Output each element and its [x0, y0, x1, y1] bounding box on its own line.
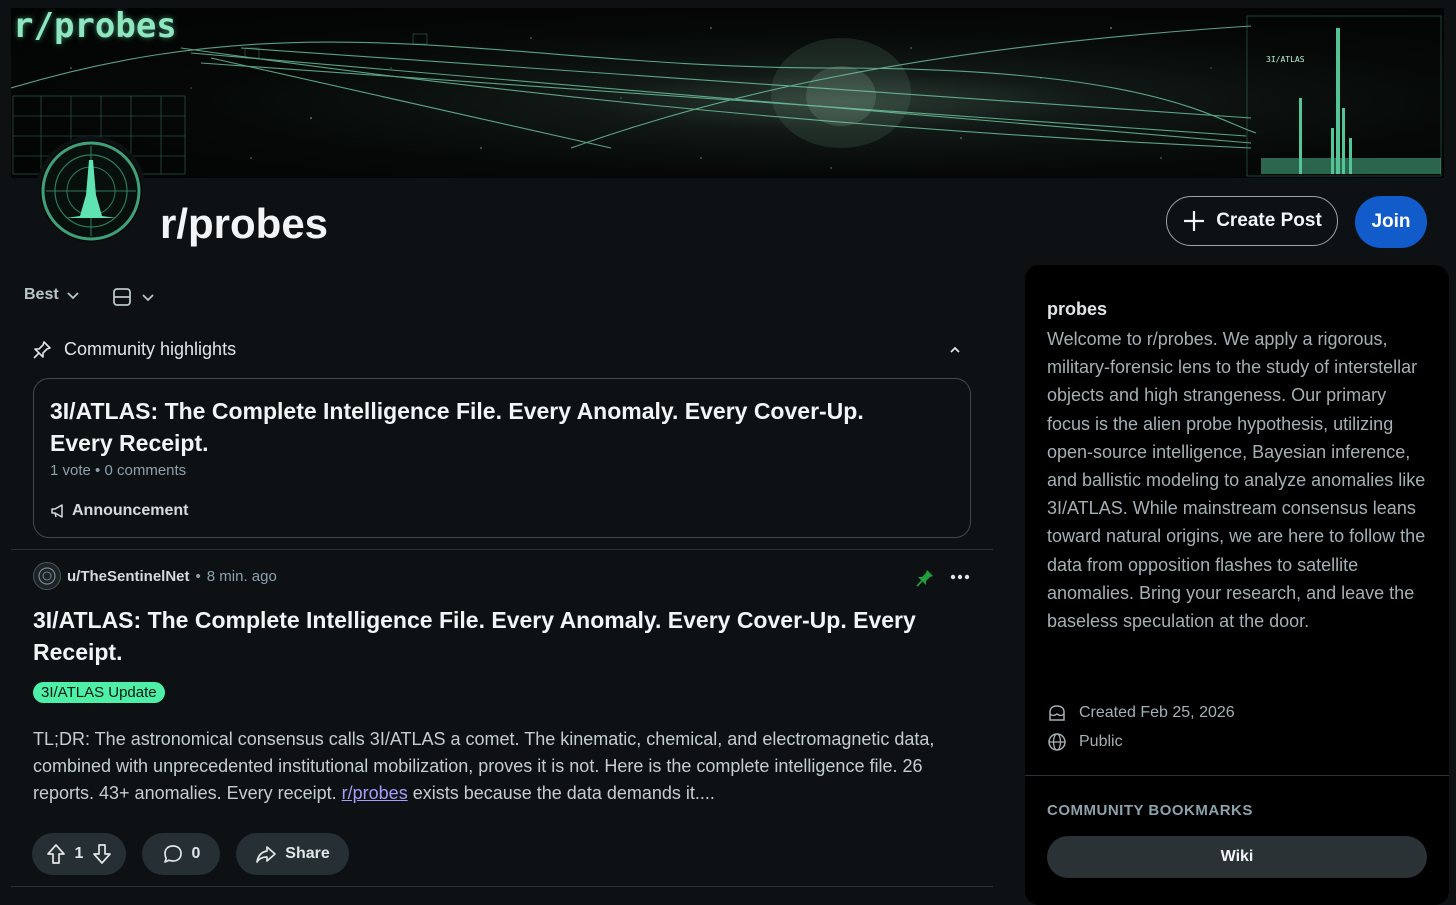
sort-label: Best [24, 286, 59, 303]
share-button[interactable]: Share [236, 833, 349, 875]
comment-icon [162, 843, 184, 865]
subreddit-title: r/probes [160, 200, 329, 247]
feed-divider [11, 549, 993, 550]
chevron-down-icon [140, 289, 156, 305]
post-meta: u/TheSentinelNet • 8 min. ago [33, 562, 277, 590]
highlight-card-meta: 1 vote • 0 comments [50, 462, 186, 479]
collapse-highlights-button[interactable] [946, 341, 964, 364]
plus-icon [1182, 209, 1206, 233]
post-flair[interactable]: 3I/ATLAS Update [33, 682, 165, 703]
create-post-button[interactable]: Create Post [1166, 196, 1338, 246]
banner-artwork [11, 15, 1442, 177]
share-icon [255, 843, 277, 865]
visibility-row: Public [1047, 732, 1123, 752]
cake-icon [1047, 703, 1067, 723]
bookmarks-title: COMMUNITY BOOKMARKS [1047, 802, 1253, 819]
post-divider [11, 886, 993, 887]
sidebar-divider [1025, 775, 1449, 776]
community-banner: r/probes 3I/ATLAS [11, 8, 1444, 178]
globe-icon [1047, 732, 1067, 752]
vote-control: 1 [32, 833, 126, 875]
created-date: Created Feb 25, 2026 [1079, 704, 1235, 721]
visibility-label: Public [1079, 733, 1123, 750]
highlight-card[interactable]: 3I/ATLAS: The Complete Intelligence File… [33, 378, 971, 538]
community-highlights-title: Community highlights [64, 339, 237, 359]
comment-count: 0 [191, 845, 201, 862]
pin-icon [32, 340, 52, 360]
chevron-up-icon [946, 341, 964, 359]
meta-separator: • [95, 462, 101, 479]
highlight-comments: 0 comments [104, 462, 187, 479]
post-time: 8 min. ago [206, 567, 277, 585]
post-title[interactable]: 3I/ATLAS: The Complete Intelligence File… [33, 604, 963, 668]
post-body[interactable]: TL;DR: The astronomical consensus calls … [33, 726, 968, 807]
sidebar-community-name: probes [1047, 299, 1108, 319]
community-highlights-header: Community highlights [32, 339, 236, 360]
more-options-button[interactable] [949, 568, 971, 591]
megaphone-icon [50, 503, 66, 519]
subreddit-link[interactable]: r/probes [342, 783, 408, 803]
highlight-card-title: 3I/ATLAS: The Complete Intelligence File… [50, 398, 864, 456]
post-author[interactable]: u/TheSentinelNet [67, 568, 190, 585]
create-post-label: Create Post [1216, 210, 1322, 231]
upvote-icon[interactable] [45, 843, 67, 865]
created-date-row: Created Feb 25, 2026 [1047, 703, 1235, 723]
comments-button[interactable]: 0 [142, 833, 220, 875]
sidebar-description: Welcome to r/probes. We apply a rigorous… [1047, 329, 1426, 632]
vote-count: 1 [74, 845, 84, 862]
banner-chart-label: 3I/ATLAS [1266, 55, 1305, 64]
announcement-label: Announcement [72, 502, 189, 519]
chevron-down-icon [65, 287, 81, 303]
announcement-tag: Announcement [50, 502, 188, 520]
pinned-icon [916, 569, 934, 592]
meta-separator: • [195, 567, 201, 585]
wiki-button[interactable]: Wiki [1047, 836, 1427, 878]
banner-title: r/probes [13, 8, 177, 46]
community-sidebar: probes Welcome to r/probes. We apply a r… [1025, 265, 1449, 905]
downvote-icon[interactable] [91, 843, 113, 865]
sort-dropdown[interactable]: Best [24, 286, 81, 304]
highlight-votes: 1 vote [50, 462, 91, 479]
join-button[interactable]: Join [1355, 196, 1427, 248]
author-avatar[interactable] [33, 562, 61, 590]
community-avatar [36, 136, 146, 246]
card-view-icon [112, 287, 132, 307]
view-toggle[interactable] [112, 287, 156, 307]
share-label: Share [285, 845, 330, 862]
post-body-text-end: exists because the data demands it.... [407, 783, 715, 803]
